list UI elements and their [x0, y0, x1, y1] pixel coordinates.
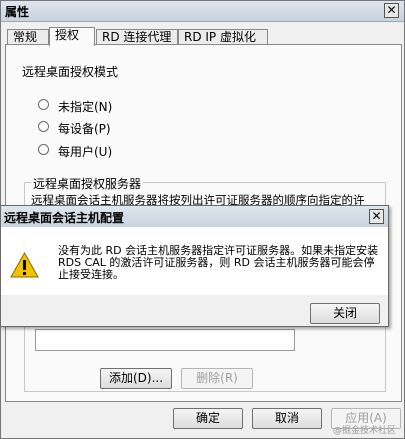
window-close-icon[interactable]: ✕: [384, 3, 399, 18]
dialog-titlebar: 远程桌面会话主机配置 ✕: [1, 206, 388, 228]
add-server-button[interactable]: 添加(D)...: [100, 368, 172, 389]
watermark: @掘金技术社区: [332, 426, 396, 436]
warning-icon: [10, 252, 39, 278]
tab-general[interactable]: 常规: [7, 29, 49, 45]
dialog-body: 没有为此 RD 会话主机服务器指定许可证服务器。如果未指定安装 RDS CAL …: [1, 227, 388, 295]
window-title: 属性: [5, 5, 30, 19]
license-server-list[interactable]: [35, 329, 295, 351]
dialog-message: 没有为此 RD 会话主机服务器指定许可证服务器。如果未指定安装 RDS CAL …: [58, 244, 379, 281]
radio-label: 每设备(P): [58, 122, 111, 136]
tab-rd-connection-broker[interactable]: RD 连接代理: [96, 29, 178, 45]
radio-label: 未指定(N): [58, 100, 113, 114]
remove-server-button[interactable]: 删除(R): [181, 368, 253, 389]
radio-circle[interactable]: [38, 99, 49, 110]
radio-circle[interactable]: [38, 121, 49, 132]
tab-strip: 常规 授权 RD 连接代理 RD IP 虚拟化: [5, 27, 402, 46]
tab-rd-ip-virtualization[interactable]: RD IP 虚拟化: [178, 29, 268, 45]
dialog-close-icon[interactable]: ✕: [369, 209, 384, 224]
radio-circle[interactable]: [38, 144, 49, 155]
radio-label: 每用户(U): [58, 145, 113, 159]
cancel-button[interactable]: 取消: [252, 408, 322, 429]
group-legend: 远程桌面授权服务器: [31, 175, 144, 192]
ok-button[interactable]: 确定: [173, 408, 243, 429]
properties-titlebar: 属性 ✕: [1, 1, 404, 22]
dialog-close-button[interactable]: 关闭: [310, 303, 380, 324]
dialog-title: 远程桌面会话主机配置: [4, 211, 125, 225]
tab-licensing[interactable]: 授权: [49, 27, 95, 46]
licensing-mode-heading: 远程桌面授权模式: [22, 65, 119, 79]
warning-dialog: 远程桌面会话主机配置 ✕ 没有为此 RD 会话主机服务器指定许可证服务器。如果未…: [0, 205, 389, 327]
